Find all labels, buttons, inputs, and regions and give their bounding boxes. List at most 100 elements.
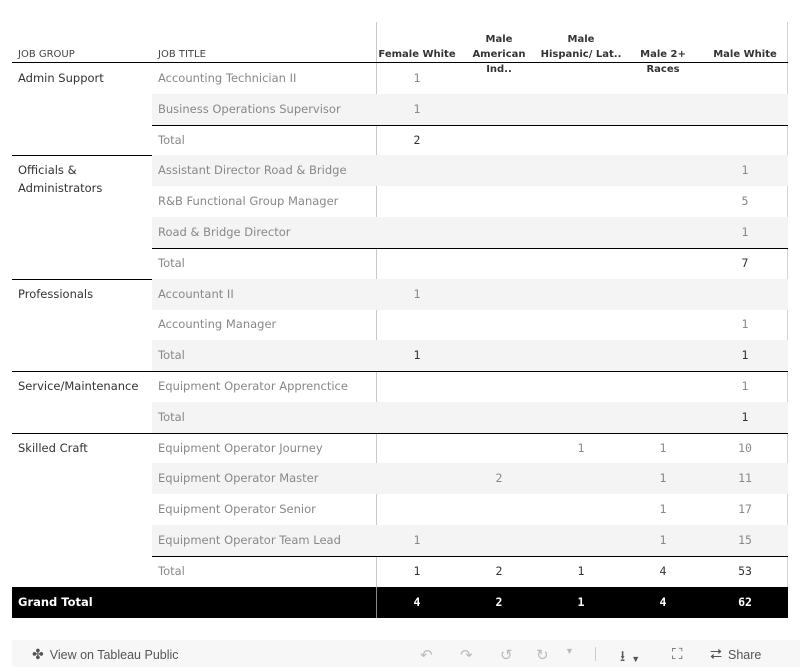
table-row[interactable]: Equipment Operator Master 2 1 11 <box>152 463 788 495</box>
revert-button[interactable]: ↺ <box>500 646 513 664</box>
cell-value[interactable]: 1 <box>704 225 786 239</box>
table-row[interactable]: Accounting Technician II 1 <box>152 63 788 94</box>
fullscreen-button[interactable]: ⛶ <box>672 646 683 663</box>
table-row[interactable]: Equipment Operator Team Lead 1 1 15 <box>152 525 788 556</box>
table-row[interactable]: Road & Bridge Director 1 <box>152 217 788 248</box>
total-row[interactable]: Total 2 <box>152 125 788 156</box>
header-job-title[interactable]: JOB TITLE <box>158 49 206 60</box>
cell-value[interactable]: 1 <box>622 441 704 455</box>
job-group-label[interactable]: Service/Maintenance <box>18 377 148 395</box>
cell-value[interactable]: 1 <box>376 71 458 85</box>
job-title: Assistant Director Road & Bridge <box>158 163 347 178</box>
table-row[interactable]: Business Operations Supervisor 1 <box>152 93 788 125</box>
cell-value[interactable]: 1 <box>540 441 622 455</box>
undo-button[interactable]: ↶ <box>420 646 433 664</box>
grand-total-value[interactable]: 4 <box>622 595 704 609</box>
job-group-label[interactable]: Officials & Administrators <box>18 161 148 197</box>
grand-total-value[interactable]: 4 <box>376 595 458 609</box>
fullscreen-icon: ⛶ <box>672 646 683 663</box>
table-row[interactable]: Assistant Director Road & Bridge 1 <box>152 155 788 187</box>
job-title: Business Operations Supervisor <box>158 101 341 116</box>
view-on-tableau-public-link[interactable]: ✤ View on Tableau Public <box>32 646 179 663</box>
grand-total-label: Grand Total <box>18 595 93 609</box>
job-group-label[interactable]: Professionals <box>18 285 148 303</box>
job-title: Equipment Operator Apprenctice <box>158 379 348 393</box>
tableau-logo-icon: ✤ <box>32 646 44 662</box>
job-group-label[interactable]: Admin Support <box>18 69 148 87</box>
grand-total-value[interactable]: 2 <box>458 595 540 609</box>
column-header[interactable]: Male White <box>704 32 786 62</box>
table-row[interactable]: Accounting Manager 1 <box>152 309 788 340</box>
job-group-label[interactable]: Skilled Craft <box>18 439 148 457</box>
table-row[interactable]: Equipment Operator Apprenctice 1 <box>152 371 788 402</box>
grand-total-value[interactable]: 62 <box>704 595 786 609</box>
cell-value[interactable]: 2 <box>458 564 540 578</box>
column-header-line1 <box>704 32 786 47</box>
cell-value[interactable]: 1 <box>622 471 704 485</box>
cell-value[interactable]: 1 <box>376 533 458 547</box>
cell-value[interactable]: 1 <box>376 287 458 301</box>
redo-button[interactable]: ↷ <box>460 646 473 664</box>
total-row[interactable]: Total 1 1 <box>152 340 788 372</box>
column-header-line1 <box>622 32 704 47</box>
grand-total-row[interactable]: Grand Total 4 2 1 4 62 <box>12 587 788 618</box>
total-row[interactable]: Total 1 2 1 4 53 <box>152 556 788 587</box>
total-row[interactable]: Total 1 <box>152 401 788 433</box>
cell-value[interactable]: 53 <box>704 564 786 578</box>
column-header[interactable]: Female White <box>376 32 458 62</box>
cell-value[interactable]: 10 <box>704 441 786 455</box>
job-title: Road & Bridge Director <box>158 225 291 239</box>
cell-value[interactable]: 15 <box>704 533 786 547</box>
share-button[interactable]: ⮂ Share <box>710 646 761 663</box>
cell-value[interactable]: 1 <box>376 348 458 362</box>
refresh-icon: ↻ <box>536 647 549 664</box>
job-title: R&B Functional Group Manager <box>158 194 339 209</box>
cell-value[interactable]: 1 <box>704 379 786 393</box>
column-header-line2: Female White <box>378 49 456 60</box>
share-label: Share <box>728 647 762 662</box>
job-title: Equipment Operator Senior <box>158 502 316 517</box>
redo-icon: ↷ <box>460 647 473 664</box>
refresh-dropdown[interactable]: ▼ <box>565 646 574 656</box>
cell-value[interactable]: 1 <box>704 163 786 177</box>
cell-value[interactable]: 17 <box>704 502 786 516</box>
job-title: Accounting Technician II <box>158 71 297 85</box>
table-row[interactable]: Accountant II 1 <box>152 278 788 310</box>
revert-icon: ↺ <box>500 647 513 664</box>
cell-value[interactable]: 7 <box>704 256 786 270</box>
cell-value[interactable]: 1 <box>704 348 786 362</box>
table-row[interactable]: R&B Functional Group Manager 5 <box>152 186 788 217</box>
job-title: Equipment Operator Team Lead <box>158 533 341 547</box>
job-title: Accounting Manager <box>158 317 277 332</box>
table-row[interactable]: Equipment Operator Journey 1 1 10 <box>152 433 788 464</box>
toolbar-divider <box>595 647 596 661</box>
column-header[interactable]: Male Hispanic/ Lat.. <box>540 32 622 62</box>
header-job-group[interactable]: JOB GROUP <box>18 49 75 60</box>
cell-value[interactable]: 1 <box>376 564 458 578</box>
undo-icon: ↶ <box>420 647 433 664</box>
cell-value[interactable]: 1 <box>376 102 458 116</box>
cell-value[interactable]: 1 <box>622 502 704 516</box>
total-label: Total <box>158 132 185 147</box>
table-row[interactable]: Equipment Operator Senior 1 17 <box>152 494 788 525</box>
cell-value[interactable]: 2 <box>376 133 458 147</box>
download-dropdown-icon: ▼ <box>631 653 641 664</box>
crosstab-viz[interactable]: JOB GROUP JOB TITLE Female White Male Amer… <box>12 22 788 618</box>
refresh-button[interactable]: ↻ <box>536 646 549 664</box>
view-on-tableau-public-label: View on Tableau Public <box>49 647 179 662</box>
cell-value[interactable]: 5 <box>704 194 786 208</box>
total-label: Total <box>158 409 185 424</box>
cell-value[interactable]: 1 <box>704 317 786 331</box>
cell-value[interactable]: 1 <box>540 564 622 578</box>
cell-value[interactable]: 11 <box>704 471 786 485</box>
grand-total-value[interactable]: 1 <box>540 595 622 609</box>
download-icon: ⭳ <box>620 648 626 665</box>
job-title: Equipment Operator Master <box>158 471 319 486</box>
cell-value[interactable]: 2 <box>458 471 540 485</box>
tableau-toolbar: ✤ View on Tableau Public ↶ ↷ ↺ ↻ ▼ ⭳ ▼ ⛶… <box>12 640 800 667</box>
cell-value[interactable]: 4 <box>622 564 704 578</box>
cell-value[interactable]: 1 <box>704 410 786 424</box>
cell-value[interactable]: 1 <box>622 533 704 547</box>
download-button[interactable]: ⭳ ▼ <box>620 646 640 671</box>
total-row[interactable]: Total 7 <box>152 248 788 279</box>
